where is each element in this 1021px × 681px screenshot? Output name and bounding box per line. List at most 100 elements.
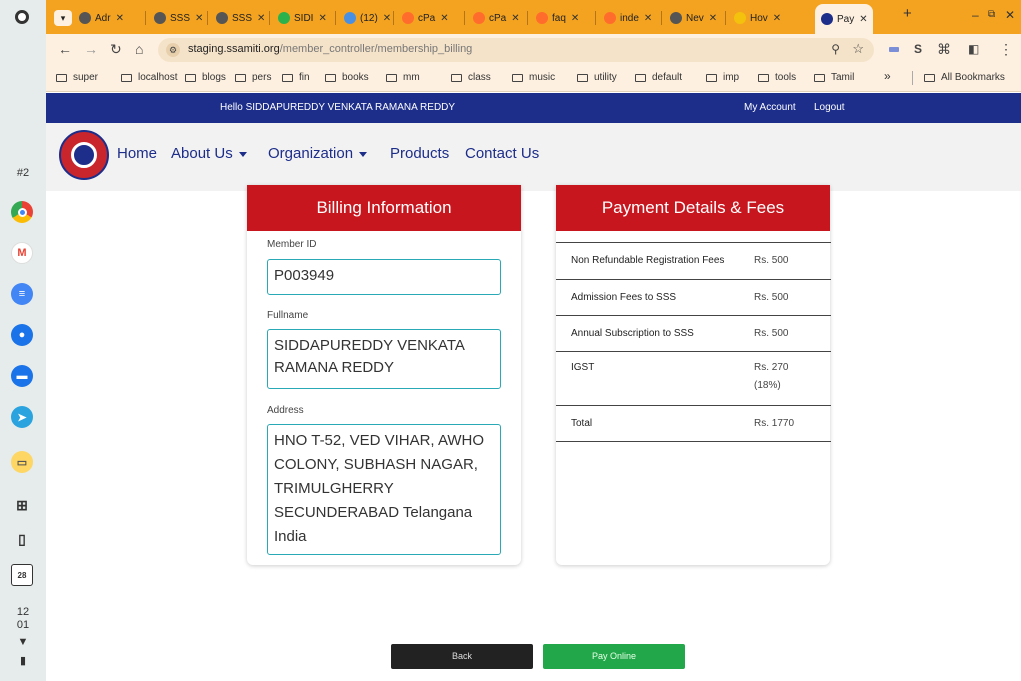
browser-tab[interactable]: Adr ✕ [73,6,138,30]
folder-icon [235,73,246,82]
wifi-icon[interactable]: ▼ [0,636,46,648]
forward-arrow-icon[interactable]: → [84,41,98,57]
close-tab-icon[interactable]: ✕ [773,13,781,24]
bookmark-folder[interactable]: super [56,72,98,83]
nav-organization[interactable]: Organization [268,145,368,162]
bookmark-folder[interactable]: imp [706,72,739,83]
phone-icon[interactable]: ▯ [11,528,33,550]
zoom-icon[interactable]: ⚲ [831,42,840,56]
launcher-icon[interactable] [15,10,29,24]
browser-tab[interactable]: cPa ✕ [467,6,524,30]
battery-icon[interactable]: ▮ [0,654,46,667]
sidepanel-icon[interactable]: ◧ [968,42,979,56]
tab-search-icon[interactable]: ▾ [54,10,72,26]
browser-tab[interactable]: SSS ✕ [148,6,203,30]
bookmark-folder[interactable]: mm [386,72,420,83]
calendar-icon[interactable]: 28 [11,564,33,586]
docs-icon[interactable]: ≡ [11,283,33,305]
chat-icon[interactable]: ● [11,324,33,346]
close-window-icon[interactable]: ✕ [1005,8,1015,22]
back-arrow-icon[interactable]: ← [58,41,72,57]
screenshot-icon[interactable]: ⊞ [11,494,33,516]
address-field[interactable]: HNO T-52, VED VIHAR, AWHO COLONY, SUBHAS… [267,424,501,555]
nav-products[interactable]: Products [390,145,449,162]
browser-tab[interactable]: faq ✕ [530,6,592,30]
browser-tab[interactable]: SIDI ✕ [272,6,330,30]
member-id-field[interactable]: P003949 [267,259,501,295]
back-button[interactable]: Back [391,644,533,669]
fullname-field[interactable]: SIDDAPUREDDY VENKATA RAMANA REDDY [267,329,501,389]
bookmark-folder[interactable]: blogs [185,72,226,83]
bookmark-folder[interactable]: tools [758,72,796,83]
bookmark-star-icon[interactable]: ☆ [852,41,864,57]
extensions-puzzle-icon[interactable]: ⌘ [937,41,951,58]
desk-badge[interactable]: #2 [0,167,46,179]
greeting: Hello SIDDAPUREDDY VENKATA RAMANA REDDY [220,102,456,113]
close-tab-icon[interactable]: ✕ [440,13,448,24]
bookmarks-overflow[interactable]: » [884,69,891,83]
tab-separator [725,11,726,25]
bookmark-folder[interactable]: class [451,72,491,83]
bookmark-folder[interactable]: books [325,72,369,83]
folder-icon [706,73,717,82]
folder-icon [386,73,397,82]
close-tab-icon[interactable]: ✕ [116,13,124,24]
close-tab-icon[interactable]: ✕ [383,13,390,24]
browser-tab[interactable]: cPa ✕ [396,6,461,30]
chrome-icon[interactable] [11,201,33,223]
browser-tab[interactable]: Nev ✕ [664,6,722,30]
close-tab-icon[interactable]: ✕ [709,13,717,24]
extension-s-icon[interactable]: S [914,42,922,56]
browser-tab[interactable]: Pay ✕ [815,4,873,34]
nav-about[interactable]: About Us [171,145,247,162]
all-bookmarks[interactable]: All Bookmarks [924,72,1005,83]
address-bar[interactable]: ⚙ staging.ssamiti.org/member_controller/… [158,38,874,62]
tab-separator [145,11,146,25]
close-tab-icon[interactable]: ✕ [571,13,579,24]
bookmark-folder[interactable]: pers [235,72,271,83]
bookmark-folder[interactable]: music [512,72,555,83]
browser-tab[interactable]: Hov ✕ [728,6,796,30]
browser-tab[interactable]: inde ✕ [598,6,658,30]
nav-contact[interactable]: Contact Us [465,145,539,162]
telegram-icon[interactable]: ➤ [11,406,33,428]
close-tab-icon[interactable]: ✕ [318,13,326,24]
restore-icon[interactable]: ⧉ [988,9,995,20]
new-tab-button[interactable]: + [903,5,912,22]
minimize-icon[interactable]: – [972,8,979,22]
bookmark-folder[interactable]: default [635,72,682,83]
files-icon[interactable]: ▬ [11,365,33,387]
bookmark-folder[interactable]: Tamil [814,72,854,83]
keep-icon[interactable]: ▭ [11,451,33,473]
extension-blue-icon[interactable] [889,47,899,52]
payment-title: Payment Details & Fees [556,185,830,231]
pay-online-button[interactable]: Pay Online [543,644,685,669]
my-account-link[interactable]: My Account [744,102,796,113]
nav-home[interactable]: Home [117,145,157,162]
site-info-icon[interactable]: ⚙ [166,43,180,57]
gmail-icon[interactable]: M [11,242,33,264]
bookmark-folder[interactable]: utility [577,72,617,83]
reload-icon[interactable]: ↻ [110,41,122,58]
close-tab-icon[interactable]: ✕ [644,13,652,24]
bookmark-folder[interactable]: fin [282,72,310,83]
site-logo[interactable] [59,130,109,180]
close-tab-icon[interactable]: ✕ [257,13,265,24]
clock-hour[interactable]: 12 [0,606,46,618]
favicon-icon [604,12,616,24]
url-text: staging.ssamiti.org/member_controller/me… [188,43,473,55]
folder-icon [814,73,825,82]
close-tab-icon[interactable]: ✕ [511,13,519,24]
logout-link[interactable]: Logout [814,102,845,113]
browser-tab[interactable]: (12) ✕ [338,6,390,30]
os-shelf: #2 M ≡ ● ▬ ➤ ▭ ⊞ ▯ 28 12 01 ▼ ▮ [0,0,46,681]
tab-separator [527,11,528,25]
browser-tab[interactable]: SSS ✕ [210,6,265,30]
favicon-icon [216,12,228,24]
clock-minute[interactable]: 01 [0,619,46,631]
close-tab-icon[interactable]: ✕ [859,14,867,25]
home-icon[interactable]: ⌂ [135,41,143,57]
bookmark-folder[interactable]: localhost [121,72,177,83]
close-tab-icon[interactable]: ✕ [195,13,203,24]
menu-icon[interactable]: ⋮ [999,41,1013,58]
